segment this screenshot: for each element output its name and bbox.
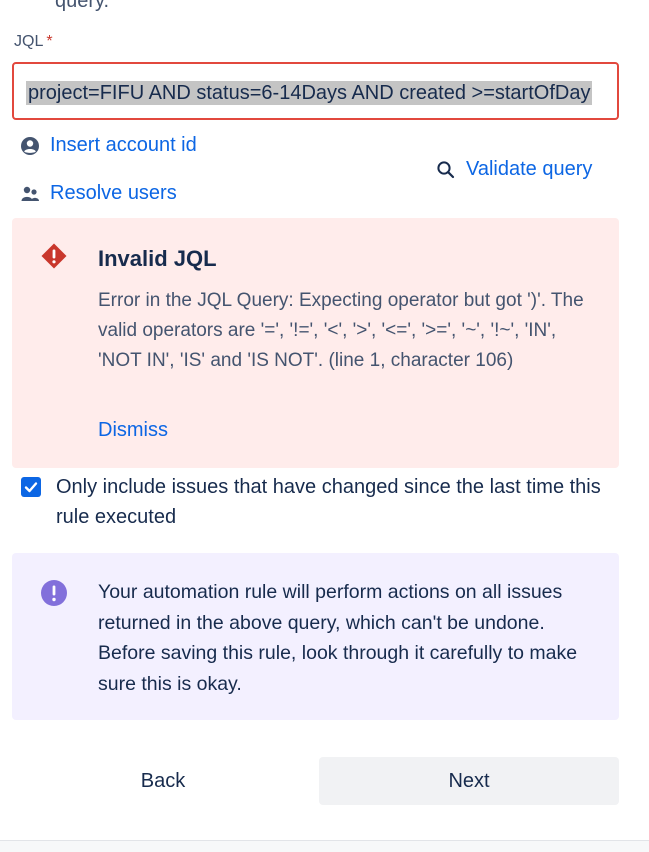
error-message: Error in the JQL Query: Expecting operat… (98, 290, 584, 371)
checkmark-icon (24, 482, 38, 493)
resolve-users-label: Resolve users (50, 182, 177, 204)
people-icon (21, 186, 39, 201)
back-button[interactable]: Back (13, 757, 313, 805)
footer-divider (0, 840, 649, 852)
search-icon (437, 160, 455, 178)
insert-account-id-label: Insert account id (50, 134, 197, 156)
query-description-fragment: query. (55, 0, 110, 12)
info-message: Your automation rule will perform action… (98, 581, 578, 695)
error-icon (41, 243, 67, 269)
insert-account-id-link[interactable]: Insert account id (20, 134, 197, 157)
required-asterisk: * (46, 33, 53, 50)
resolve-users-link[interactable]: Resolve users (20, 182, 177, 205)
automation-info-panel: Your automation rule will perform action… (12, 553, 619, 720)
jql-input-value: project=FIFU AND status=6-14Days AND cre… (26, 81, 593, 105)
only-changed-label[interactable]: Only include issues that have changed si… (56, 472, 616, 532)
invalid-jql-error-panel: Invalid JQL Error in the JQL Query: Expe… (12, 218, 619, 468)
next-button[interactable]: Next (319, 757, 619, 805)
validate-query-link[interactable]: Validate query (436, 158, 592, 181)
only-changed-checkbox[interactable] (21, 477, 41, 497)
jql-input[interactable]: project=FIFU AND status=6-14Days AND cre… (12, 62, 619, 120)
dismiss-link[interactable]: Dismiss (98, 419, 168, 442)
validate-query-label: Validate query (466, 158, 593, 180)
user-circle-icon (21, 136, 39, 155)
error-title: Invalid JQL (98, 246, 217, 271)
exclamation-circle-icon (41, 580, 67, 606)
jql-label: JQL * (14, 33, 53, 51)
jql-label-text: JQL (14, 33, 44, 50)
